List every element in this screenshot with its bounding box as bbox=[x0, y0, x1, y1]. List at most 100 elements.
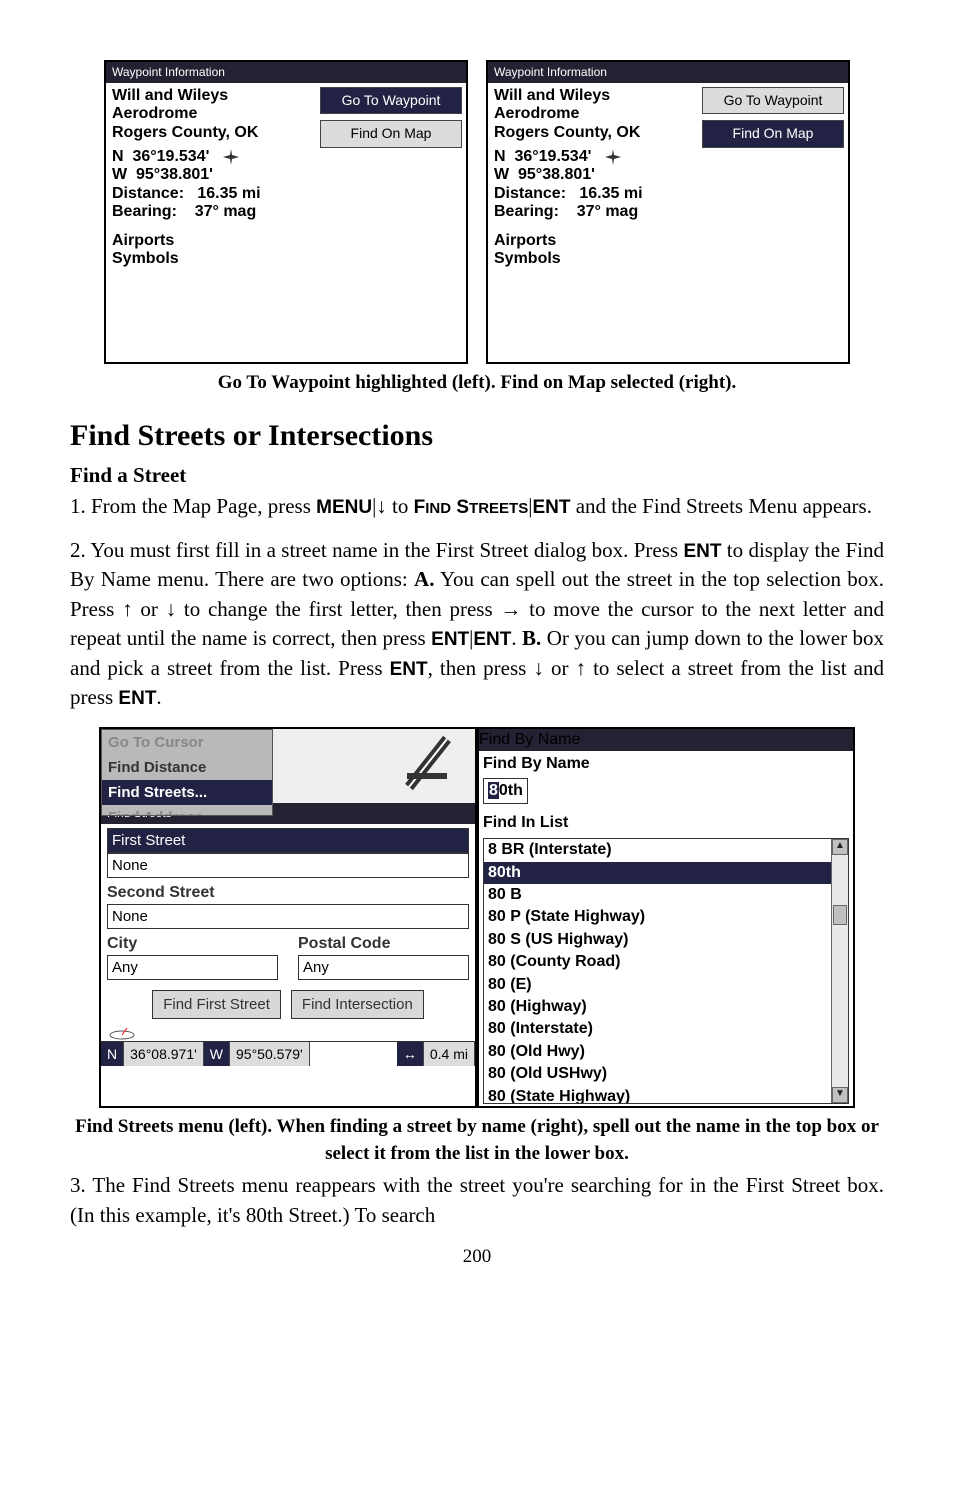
option-a: A. bbox=[414, 567, 434, 591]
bearing-val: 37° mag bbox=[577, 203, 639, 220]
ent-key: ENT bbox=[532, 497, 570, 518]
waypoint-details: Will and Wileys Aerodrome Rogers County,… bbox=[488, 83, 698, 362]
status-lon: 95°50.579' bbox=[230, 1042, 310, 1066]
list-item[interactable]: 80 (State Highway) bbox=[484, 1086, 848, 1105]
lat: 36°19.534' bbox=[132, 148, 209, 165]
list-item[interactable]: 80 (Old Hwy) bbox=[484, 1041, 848, 1063]
status-lon-prefix: W bbox=[204, 1042, 230, 1066]
ent-key: ENT bbox=[118, 688, 156, 709]
window-title: Find By Name bbox=[479, 729, 853, 751]
scrollbar[interactable]: ▲ ▼ bbox=[831, 839, 848, 1103]
lon: 95°38.801' bbox=[136, 166, 213, 183]
lon-prefix: W bbox=[112, 166, 127, 183]
go-to-waypoint-button[interactable]: Go To Waypoint bbox=[702, 87, 844, 115]
first-street-input[interactable]: None bbox=[107, 853, 469, 878]
figure-1-caption: Go To Waypoint highlighted (left). Find … bbox=[70, 370, 884, 397]
airports-label: Airports bbox=[494, 232, 692, 250]
list-item[interactable]: 80 (Old USHwy) bbox=[484, 1063, 848, 1085]
window-title: Waypoint Information bbox=[488, 62, 848, 83]
waypoint-county: Rogers County, OK bbox=[112, 124, 310, 142]
section-title: Find Streets or Intersections bbox=[70, 415, 884, 457]
list-item[interactable]: 80 S (US Highway) bbox=[484, 929, 848, 951]
go-to-waypoint-button[interactable]: Go To Waypoint bbox=[320, 87, 462, 115]
waypoint-info-right: Waypoint Information Will and Wileys Aer… bbox=[486, 60, 850, 364]
list-item[interactable]: 80 (County Road) bbox=[484, 951, 848, 973]
menu-key: MENU bbox=[316, 497, 372, 518]
scroll-down-icon[interactable]: ▼ bbox=[832, 1087, 848, 1103]
paragraph-2: 2. You must first fill in a street name … bbox=[70, 536, 884, 713]
lat: 36°19.534' bbox=[514, 148, 591, 165]
name-input[interactable]: 80th bbox=[483, 778, 528, 804]
city-input[interactable]: Any bbox=[107, 955, 278, 980]
figure-1: Waypoint Information Will and Wileys Aer… bbox=[70, 60, 884, 364]
menu-item-find-streets[interactable]: Find Streets... bbox=[102, 780, 272, 805]
menu-item-distance[interactable]: Find Distance bbox=[102, 755, 272, 780]
waypoint-info-left: Waypoint Information Will and Wileys Aer… bbox=[104, 60, 468, 364]
airports-label: Airports bbox=[112, 232, 310, 250]
waypoint-type: Aerodrome bbox=[112, 105, 310, 123]
airport-icon bbox=[604, 148, 622, 166]
waypoint-name: Will and Wileys bbox=[112, 87, 310, 105]
menu-item-find-address[interactable]: Find Address... bbox=[102, 805, 272, 815]
symbols-label: Symbols bbox=[494, 250, 692, 268]
name-list[interactable]: 8 BR (Interstate) 80th 80 B 80 P (State … bbox=[483, 838, 849, 1104]
find-by-name-label: Find By Name bbox=[483, 751, 849, 777]
second-street-input[interactable]: None bbox=[107, 904, 469, 929]
waypoint-name: Will and Wileys bbox=[494, 87, 692, 105]
symbols-label: Symbols bbox=[112, 250, 310, 268]
find-first-street-button[interactable]: Find First Street bbox=[152, 990, 281, 1019]
lat-prefix: N bbox=[494, 148, 506, 165]
page-number: 200 bbox=[70, 1244, 884, 1271]
context-menu: Go To Cursor Find Distance Find Streets.… bbox=[101, 729, 273, 816]
find-on-map-button[interactable]: Find On Map bbox=[702, 120, 844, 148]
list-item[interactable]: 80 (Interstate) bbox=[484, 1018, 848, 1040]
status-lat-prefix: N bbox=[101, 1042, 124, 1066]
scroll-up-icon[interactable]: ▲ bbox=[832, 839, 848, 855]
first-street-label: First Street bbox=[107, 828, 469, 853]
figure-2: Go To Cursor Find Distance Find Streets.… bbox=[70, 727, 884, 1109]
list-item[interactable]: 80 B bbox=[484, 884, 848, 906]
airport-icon bbox=[222, 148, 240, 166]
find-by-name-screen: Find By Name Find By Name 80th Find In L… bbox=[477, 727, 855, 1109]
zoom-arrows-icon: ↔ bbox=[397, 1042, 424, 1066]
compass-icon bbox=[107, 1026, 137, 1040]
status-distance: 0.4 mi bbox=[424, 1042, 475, 1066]
window-title: Waypoint Information bbox=[106, 62, 466, 83]
status-bar: N 36°08.971' W 95°50.579' ↔ 0.4 mi bbox=[101, 1041, 475, 1066]
distance-val: 16.35 mi bbox=[579, 185, 642, 202]
ent-key: ENT bbox=[431, 629, 469, 650]
paragraph-3: 3. The Find Streets menu reappears with … bbox=[70, 1171, 884, 1230]
subhead: Find a Street bbox=[70, 461, 884, 490]
waypoint-details: Will and Wileys Aerodrome Rogers County,… bbox=[106, 83, 316, 362]
figure-2-caption: Find Streets menu (left). When finding a… bbox=[70, 1114, 884, 1167]
distance-label: Distance: bbox=[494, 185, 566, 202]
lon-prefix: W bbox=[494, 166, 509, 183]
distance-label: Distance: bbox=[112, 185, 184, 202]
city-label: City bbox=[107, 933, 278, 955]
option-b: B. bbox=[522, 626, 541, 650]
list-item[interactable]: 80 (Highway) bbox=[484, 996, 848, 1018]
menu-item-cursor[interactable]: Go To Cursor bbox=[102, 730, 272, 755]
lon: 95°38.801' bbox=[518, 166, 595, 183]
postal-label: Postal Code bbox=[298, 933, 469, 955]
list-item[interactable]: 80 (E) bbox=[484, 974, 848, 996]
status-lat: 36°08.971' bbox=[124, 1042, 204, 1066]
waypoint-type: Aerodrome bbox=[494, 105, 692, 123]
list-item[interactable]: 8 BR (Interstate) bbox=[484, 839, 848, 861]
lat-prefix: N bbox=[112, 148, 124, 165]
find-in-list-label: Find In List bbox=[483, 810, 849, 836]
postal-input[interactable]: Any bbox=[298, 955, 469, 980]
list-item[interactable]: 80 P (State Highway) bbox=[484, 906, 848, 928]
scroll-thumb[interactable] bbox=[833, 905, 847, 925]
bearing-val: 37° mag bbox=[195, 203, 257, 220]
ent-key: ENT bbox=[683, 541, 721, 562]
list-item[interactable]: 80th bbox=[484, 862, 848, 884]
find-on-map-button[interactable]: Find On Map bbox=[320, 120, 462, 148]
distance-val: 16.35 mi bbox=[197, 185, 260, 202]
map-symbol-icon bbox=[403, 733, 453, 793]
bearing-label: Bearing: bbox=[494, 203, 559, 220]
find-streets-cmd: FIND STREETS bbox=[414, 497, 529, 518]
ent-key: ENT bbox=[473, 629, 511, 650]
find-intersection-button[interactable]: Find Intersection bbox=[291, 990, 424, 1019]
second-street-label: Second Street bbox=[107, 882, 469, 904]
